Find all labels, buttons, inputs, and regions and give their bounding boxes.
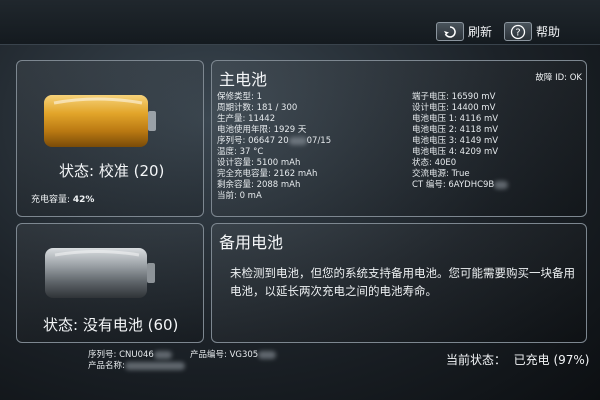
info-row: 交流电源: True (412, 169, 470, 179)
backup-battery-panel: 状态: 没有电池 (60) (16, 223, 204, 343)
info-row: 当前: 0 mA (217, 191, 262, 201)
fault-id: 故障 ID: OK (535, 73, 582, 83)
backup-battery-icon (45, 248, 155, 298)
backup-battery-message: 未检测到电池，但您的系统支持备用电池。您可能需要购买一块备用电池，以延长两次充电… (230, 266, 575, 298)
product-number: 产品编号: VG305 (190, 348, 277, 360)
backup-battery-status: 状态: 没有电池 (60) (43, 316, 179, 334)
redaction-blur (258, 350, 277, 359)
info-row: 完全充电容量: 2162 mAh (217, 169, 318, 179)
redaction-blur (288, 136, 307, 145)
ct-number: CT 编号: 6AYDHC9B (412, 180, 495, 190)
main-battery-title: 主电池 (219, 70, 268, 89)
product-name-text: 产品名称: (88, 361, 125, 371)
help-icon: ? (504, 22, 532, 41)
info-row: 剩余容量: 2088 mAh (217, 180, 301, 190)
refresh-label: 刷新 (468, 25, 493, 39)
help-label: 帮助 (536, 25, 561, 39)
backup-battery-title: 备用电池 (219, 233, 284, 252)
info-row: 温度: 37 °C (217, 147, 264, 157)
info-row: 设计容量: 5100 mAh (217, 158, 301, 168)
main-battery-icon (44, 95, 156, 147)
charge-capacity: 充电容量: 42% (31, 192, 94, 205)
main-battery-status: 状态: 校准 (20) (59, 162, 165, 180)
refresh-button[interactable]: 刷新 (436, 22, 492, 41)
info-row: 端子电压: 16590 mV (412, 92, 496, 102)
svg-text:?: ? (515, 27, 520, 38)
info-row: 电池电压 1: 4116 mV (412, 114, 499, 124)
info-row: 保修类型: 1 (217, 92, 262, 102)
product-number-text: 产品编号: VG305 (190, 350, 259, 360)
toolbar: 刷新 ? 帮助 (0, 0, 600, 45)
serial-prefix: 序列号: 06647 20 (217, 136, 289, 146)
main-battery-right-info: 端子电压: 16590 mV 设计电压: 14400 mV 电池电压 1: 41… (412, 92, 509, 191)
info-row-ct: CT 编号: 6AYDHC9B (412, 180, 509, 191)
charge-capacity-value: 42% (72, 195, 95, 205)
info-row: 电池电压 2: 4118 mV (412, 125, 499, 135)
redaction-blur (124, 361, 185, 370)
info-row-serial: 序列号: 06647 20 07/15 (217, 136, 331, 147)
info-row: 电池使用年限: 1929 天 (217, 125, 307, 135)
charge-capacity-label: 充电容量: (31, 195, 73, 205)
info-row: 生产量: 11442 (217, 114, 276, 124)
current-status: 当前状态： 已充电 (97%) (446, 353, 590, 367)
refresh-icon (436, 22, 464, 41)
main-battery-panel: 状态: 校准 (20) 充电容量: 42% (16, 60, 204, 217)
info-row: 状态: 40E0 (412, 158, 457, 168)
product-name: 产品名称: (88, 359, 185, 371)
info-row: 设计电压: 14400 mV (412, 103, 496, 113)
help-button[interactable]: ? 帮助 (504, 22, 560, 41)
info-row: 电池电压 4: 4209 mV (412, 147, 499, 157)
redaction-blur (494, 180, 509, 189)
info-row: 周期计数: 181 / 300 (217, 103, 298, 113)
redaction-blur (153, 350, 172, 359)
serial-suffix: 07/15 (306, 136, 332, 146)
main-battery-left-info: 保修类型: 1 周期计数: 181 / 300 生产量: 11442 电池使用年… (217, 92, 331, 202)
backup-battery-info-panel: 备用电池 未检测到电池，但您的系统支持备用电池。您可能需要购买一块备用电池，以延… (211, 223, 587, 343)
main-battery-info-panel: 主电池 故障 ID: OK 保修类型: 1 周期计数: 181 / 300 生产… (211, 60, 587, 217)
info-row: 电池电压 3: 4149 mV (412, 136, 499, 146)
